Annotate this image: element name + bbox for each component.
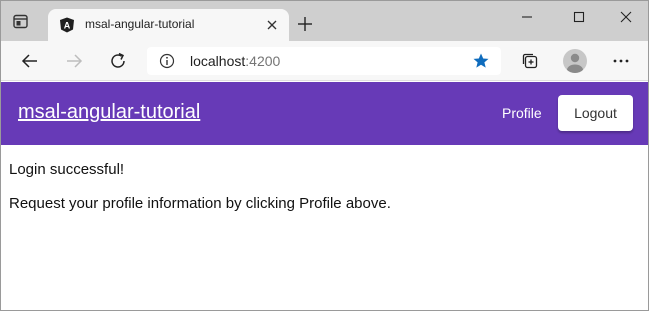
- profile-button[interactable]: Profile: [502, 105, 542, 121]
- logout-button[interactable]: Logout: [558, 95, 633, 131]
- back-arrow-icon[interactable]: [20, 51, 40, 71]
- tab-title: msal-angular-tutorial: [85, 17, 195, 31]
- url-port: :4200: [245, 53, 281, 69]
- close-window-icon[interactable]: [612, 7, 640, 27]
- collections-icon[interactable]: [520, 51, 540, 71]
- minimize-icon[interactable]: [513, 7, 541, 27]
- tab-actions-icon[interactable]: [12, 14, 30, 30]
- login-status-text: Login successful!: [9, 161, 125, 178]
- app-toolbar: msal-angular-tutorial Profile Logout: [1, 82, 648, 145]
- plus-icon[interactable]: [297, 16, 313, 32]
- info-icon[interactable]: [159, 53, 175, 69]
- svg-text:A: A: [64, 21, 71, 31]
- star-icon[interactable]: [472, 52, 490, 70]
- instruction-text: Request your profile information by clic…: [9, 195, 391, 212]
- browser-window: A msal-angular-tutorial localhost:4200 m…: [0, 0, 649, 311]
- url-text[interactable]: localhost:4200: [190, 53, 280, 69]
- url-host: localhost: [190, 53, 246, 69]
- tab-strip: A msal-angular-tutorial: [1, 1, 648, 41]
- address-bar[interactable]: localhost:4200: [147, 47, 501, 75]
- more-icon[interactable]: [611, 51, 631, 71]
- browser-toolbar: localhost:4200: [1, 41, 648, 81]
- close-tab-icon[interactable]: [265, 18, 279, 32]
- page-content: msal-angular-tutorial Profile Logout Log…: [1, 82, 648, 310]
- maximize-icon[interactable]: [565, 7, 593, 27]
- app-title-link[interactable]: msal-angular-tutorial: [18, 101, 200, 124]
- forward-arrow-icon[interactable]: [64, 51, 84, 71]
- tab-active[interactable]: A msal-angular-tutorial: [48, 9, 289, 41]
- angular-logo-icon: A: [59, 17, 75, 33]
- reload-icon[interactable]: [108, 51, 128, 71]
- avatar-icon[interactable]: [563, 49, 587, 73]
